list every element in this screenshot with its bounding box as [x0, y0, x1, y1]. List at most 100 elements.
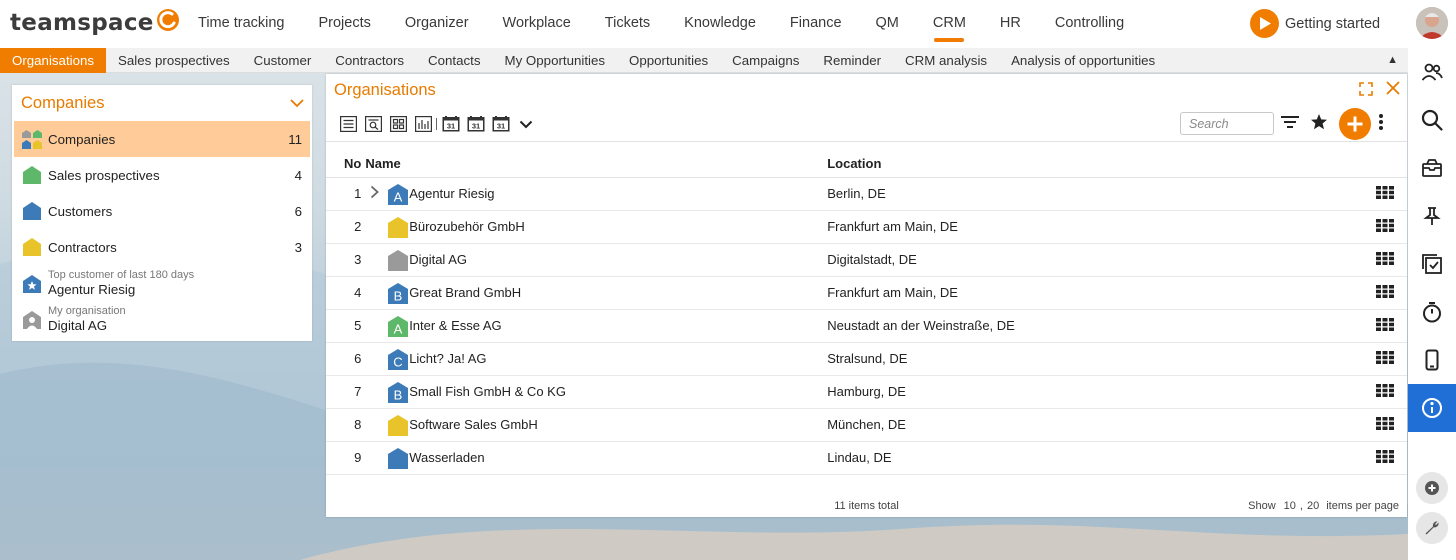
filter-icon[interactable] [1280, 113, 1300, 134]
main-nav-organizer[interactable]: Organizer [393, 0, 491, 48]
organisation-name[interactable]: Licht? Ja! AG [409, 351, 486, 366]
tile-view-icon[interactable] [387, 114, 409, 134]
main-nav-projects[interactable]: Projects [306, 0, 392, 48]
getting-started-button[interactable]: Getting started [1250, 9, 1380, 38]
main-nav-finance[interactable]: Finance [778, 0, 864, 48]
category-item-companies[interactable]: Companies 11 [14, 121, 310, 157]
companies-panel-header[interactable]: Companies [12, 85, 312, 121]
calendar-week-icon[interactable]: 31 [465, 114, 487, 134]
organisations-table: No Name Location 1 A Agentur Riesig Berlin,… [326, 150, 1407, 475]
category-item-sales-prospectives[interactable]: Sales prospectives 4 [14, 157, 310, 193]
row-menu-grid-icon[interactable] [1376, 449, 1395, 463]
tab-organisations[interactable]: Organisations [0, 48, 107, 73]
main-nav-hr[interactable]: HR [988, 0, 1043, 48]
calendar-month-icon[interactable]: 31 [490, 114, 512, 134]
table-row[interactable]: 3 Digital AG Digitalstadt, DE [326, 243, 1407, 277]
organisation-name[interactable]: Bürozubehör GmbH [409, 219, 525, 234]
organisation-name[interactable]: Digital AG [409, 252, 467, 267]
row-menu-grid-icon[interactable] [1376, 218, 1395, 232]
wrench-settings-icon[interactable] [1416, 512, 1448, 544]
close-icon[interactable] [1385, 80, 1401, 96]
organisation-name[interactable]: Great Brand GmbH [409, 285, 521, 300]
row-menu-grid-icon[interactable] [1376, 317, 1395, 331]
table-row[interactable]: 6 C Licht? Ja! AG Stralsund, DE [326, 342, 1407, 376]
chart-view-icon[interactable] [412, 114, 434, 134]
tab-my-opportunities[interactable]: My Opportunities [493, 48, 618, 73]
table-row[interactable]: 5 A Inter & Esse AG Neustadt an der Weinstr… [326, 309, 1407, 343]
row-expander[interactable] [361, 177, 388, 211]
calendar-day-icon[interactable]: 31 [440, 114, 462, 134]
user-avatar[interactable] [1416, 7, 1448, 39]
list-view-icon[interactable] [337, 114, 359, 134]
page-size-option[interactable]: 10 [1284, 500, 1296, 512]
inbox-icon[interactable] [1408, 144, 1456, 192]
row-menu-grid-icon[interactable] [1376, 350, 1395, 364]
main-nav-tickets[interactable]: Tickets [593, 0, 672, 48]
row-expander [361, 375, 388, 409]
tab-crm-analysis[interactable]: CRM analysis [893, 48, 999, 73]
svg-text:A: A [394, 189, 403, 204]
contacts-icon[interactable] [1408, 48, 1456, 96]
page-size-option[interactable]: 20 [1307, 500, 1319, 512]
tab-reminder[interactable]: Reminder [811, 48, 893, 73]
collapse-caret-icon[interactable]: ▲ [1387, 48, 1398, 72]
tab-contacts[interactable]: Contacts [416, 48, 492, 73]
row-menu-grid-icon[interactable] [1376, 383, 1395, 397]
main-nav-crm[interactable]: CRM [921, 0, 988, 48]
main-nav-time-tracking[interactable]: Time tracking [186, 0, 306, 48]
organisation-name[interactable]: Inter & Esse AG [409, 318, 502, 333]
row-menu-grid-icon[interactable] [1376, 284, 1395, 298]
tab-sales-prospectives[interactable]: Sales prospectives [106, 48, 242, 73]
table-row[interactable]: 9 Wasserladen Lindau, DE [326, 441, 1407, 475]
mobile-phone-icon[interactable] [1408, 336, 1456, 384]
category-item-contractors[interactable]: Contractors 3 [14, 229, 310, 265]
top-customer-item[interactable]: Top customer of last 180 days Agentur Ri… [14, 265, 310, 301]
row-menu-grid-icon[interactable] [1376, 185, 1395, 199]
add-organisation-button[interactable] [1339, 108, 1371, 140]
table-row[interactable]: 7 B Small Fish GmbH & Co KG Hamburg, DE [326, 375, 1407, 409]
favorite-star-icon[interactable] [1310, 113, 1328, 134]
teamspace-logo[interactable]: teamspace [10, 9, 180, 36]
organisation-name[interactable]: Wasserladen [409, 450, 484, 465]
table-row[interactable]: 4 B Great Brand GmbH Frankfurt am Main, DE [326, 276, 1407, 310]
organisation-name[interactable]: Small Fish GmbH & Co KG [409, 384, 566, 399]
organisation-name[interactable]: Software Sales GmbH [409, 417, 538, 432]
view-dropdown-chevron-icon[interactable] [515, 114, 537, 134]
search-icon[interactable] [1408, 96, 1456, 144]
tab-contractors[interactable]: Contractors [323, 48, 416, 73]
maximize-icon[interactable] [1359, 82, 1373, 96]
stopwatch-icon[interactable] [1408, 288, 1456, 336]
table-row[interactable]: 1 A Agentur Riesig Berlin, DE [326, 177, 1407, 211]
main-nav-workplace[interactable]: Workplace [491, 0, 593, 48]
table-row[interactable]: 8 Software Sales GmbH München, DE [326, 408, 1407, 442]
detail-list-view-icon[interactable] [362, 114, 384, 134]
search-input[interactable] [1180, 112, 1274, 135]
add-widget-icon[interactable] [1416, 472, 1448, 504]
main-nav-controlling[interactable]: Controlling [1043, 0, 1146, 48]
tab-opportunities[interactable]: Opportunities [617, 48, 720, 73]
main-nav-qm[interactable]: QM [864, 0, 921, 48]
info-icon[interactable] [1408, 384, 1456, 432]
tab-customer[interactable]: Customer [242, 48, 324, 73]
column-header-name[interactable]: Name [361, 150, 828, 178]
category-label: Companies [48, 131, 116, 147]
category-item-customers[interactable]: Customers 6 [14, 193, 310, 229]
row-menu-grid-icon[interactable] [1376, 416, 1395, 430]
column-header-location[interactable]: Location [827, 150, 1364, 178]
pin-icon[interactable] [1408, 192, 1456, 240]
organisation-name[interactable]: Agentur Riesig [409, 186, 494, 201]
tab-analysis-of-opportunities[interactable]: Analysis of opportunities [999, 48, 1167, 73]
chevron-right-icon[interactable] [370, 185, 379, 199]
main-navigation: Time tracking Projects Organizer Workplace T… [186, 0, 1146, 48]
table-row[interactable]: 2 Bürozubehör GmbH Frankfurt am Main, DE [326, 210, 1407, 244]
yellow-house-icon [22, 237, 42, 257]
tab-campaigns[interactable]: Campaigns [720, 48, 811, 73]
task-check-icon[interactable] [1408, 240, 1456, 288]
main-nav-knowledge[interactable]: Knowledge [672, 0, 778, 48]
more-options-icon[interactable] [1378, 113, 1384, 134]
my-organisation-item[interactable]: My organisation Digital AG [14, 301, 310, 337]
column-header-no[interactable]: No [326, 150, 362, 178]
row-menu-grid-icon[interactable] [1376, 251, 1395, 265]
svg-text:31: 31 [472, 122, 480, 131]
chevron-down-icon[interactable] [290, 98, 304, 108]
